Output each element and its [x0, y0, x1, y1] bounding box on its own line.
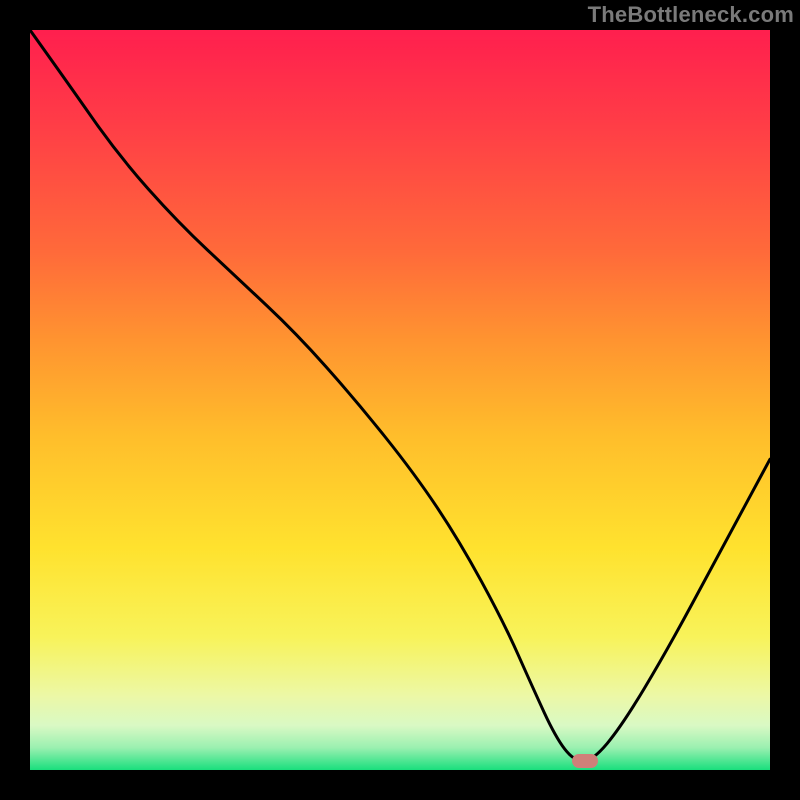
- chart-frame: TheBottleneck.com: [0, 0, 800, 800]
- bottleneck-curve-path: [30, 30, 770, 761]
- watermark-text: TheBottleneck.com: [588, 2, 794, 28]
- optimal-point-marker: [572, 754, 598, 768]
- plot-area: [30, 30, 770, 770]
- bottleneck-curve: [30, 30, 770, 770]
